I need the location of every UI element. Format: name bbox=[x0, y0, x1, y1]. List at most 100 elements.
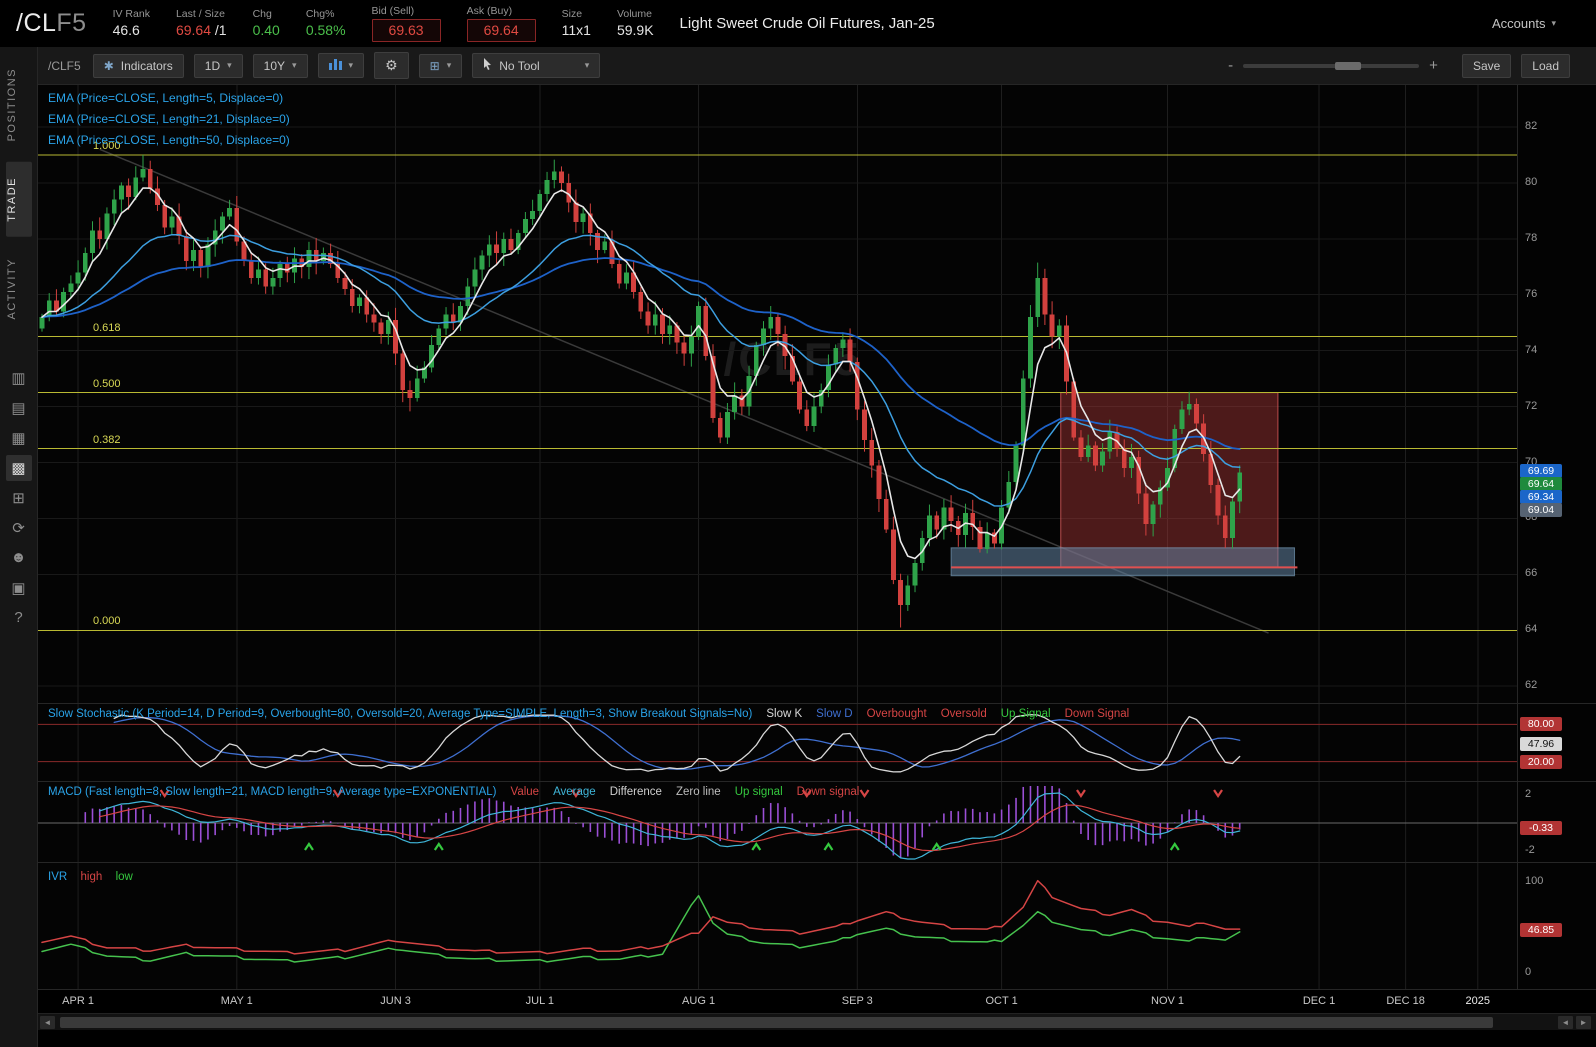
price-axis-tick: 80 bbox=[1525, 176, 1537, 188]
sidebar-tab-activity[interactable]: ACTIVITY bbox=[6, 243, 32, 335]
last-size-label: Last / Size bbox=[176, 8, 225, 20]
sidebar-monitor-icon[interactable]: ▥ bbox=[6, 365, 32, 391]
legend-item: Difference bbox=[610, 786, 662, 798]
iv-rank-field: IV Rank 46.6 bbox=[113, 8, 150, 38]
sidebar-history-icon[interactable]: ⟳ bbox=[6, 515, 32, 541]
sidebar-icon-rail: ▥ ▤ ▦ ▩ ⊞ ⟳ ☻ ▣? bbox=[6, 365, 32, 631]
stochastic-pane[interactable]: Slow Stochastic (K Period=14, D Period=9… bbox=[38, 703, 1596, 781]
bid-field: Bid (Sell) 69.63 bbox=[372, 5, 441, 41]
price-axis[interactable]: 828078767472706866646269.6969.6469.3469.… bbox=[1517, 85, 1596, 703]
price-bubble: 69.34 bbox=[1520, 490, 1562, 504]
chg-value: 0.40 bbox=[253, 22, 280, 38]
legend-item: Up signal bbox=[735, 786, 783, 798]
accounts-dropdown[interactable]: Accounts ▾ bbox=[1492, 16, 1556, 31]
volume-field: Volume 59.9K bbox=[617, 8, 654, 38]
ema-legend: EMA (Price=CLOSE, Length=5, Displace=0) … bbox=[48, 88, 290, 151]
ivr-low-label: low bbox=[116, 871, 133, 883]
sidebar-tab-trade[interactable]: TRADE bbox=[6, 162, 32, 237]
chg-label: Chg bbox=[253, 8, 272, 20]
macd-pane[interactable]: MACD (Fast length=8, Slow length=21, MAC… bbox=[38, 781, 1596, 862]
ivr-pane[interactable]: IVR high low 100046.85 bbox=[38, 862, 1596, 989]
chevron-down-icon: ▾ bbox=[292, 60, 297, 71]
stochastic-bubble: 80.00 bbox=[1520, 717, 1562, 731]
size-value: 11x1 bbox=[562, 22, 591, 38]
chg-field: Chg 0.40 bbox=[253, 8, 280, 38]
size-field: Size 11x1 bbox=[562, 8, 591, 38]
ask-buy-button[interactable]: 69.64 bbox=[467, 19, 536, 41]
toolbar-symbol: /CLF5 bbox=[48, 59, 81, 73]
chevron-down-icon: ▾ bbox=[227, 60, 232, 71]
zoom-slider[interactable] bbox=[1243, 64, 1419, 68]
bottom-filler bbox=[38, 1030, 1596, 1047]
sidebar-apps-icon[interactable]: ⊞ bbox=[6, 485, 32, 511]
bid-label: Bid (Sell) bbox=[372, 5, 415, 17]
iv-rank-value: 46.6 bbox=[113, 22, 140, 38]
time-axis-tick: OCT 1 bbox=[985, 995, 1017, 1007]
scrollbar-thumb[interactable] bbox=[60, 1017, 1493, 1028]
price-pane[interactable]: /CLF5 1.0000.6180.5000.3820.000 EMA (Pri… bbox=[38, 85, 1596, 703]
ivr-axis-tick: 0 bbox=[1525, 966, 1531, 978]
ask-field: Ask (Buy) 69.64 bbox=[467, 5, 536, 41]
stochastic-bubble: 47.96 bbox=[1520, 737, 1562, 751]
drawing-tool-dropdown[interactable]: No Tool ▾ bbox=[472, 53, 600, 78]
time-axis-tick: JUN 3 bbox=[380, 995, 411, 1007]
price-axis-tick: 66 bbox=[1525, 567, 1537, 579]
sidebar-list-icon[interactable]: ▤ bbox=[6, 395, 32, 421]
fib-level-label: 0.618 bbox=[93, 322, 121, 334]
grid-layout-dropdown[interactable]: ⊞ ▾ bbox=[419, 54, 463, 78]
stochastic-axis: 80.00 47.96 20.00 bbox=[1517, 704, 1596, 781]
time-axis-tick: JUL 1 bbox=[526, 995, 554, 1007]
chart-style-dropdown[interactable]: ▾ bbox=[318, 53, 365, 78]
legend-item: Down signal bbox=[797, 786, 860, 798]
timeframe-dropdown[interactable]: 1D ▾ bbox=[194, 54, 243, 78]
macd-axis-tick: -2 bbox=[1525, 844, 1535, 856]
legend-item: Up Signal bbox=[1001, 708, 1051, 720]
quote-header: /CLF5 IV Rank 46.6 Last / Size 69.64 /1 … bbox=[0, 0, 1596, 47]
chart-toolbar: /CLF5 ✱ Indicators 1D ▾ 10Y ▾ ▾ ⚙ bbox=[38, 47, 1596, 85]
chgpct-value: 0.58% bbox=[306, 22, 346, 38]
zoom-slider-thumb[interactable] bbox=[1335, 62, 1361, 70]
last-size-field: Last / Size 69.64 /1 bbox=[176, 8, 227, 38]
scroll-left-button[interactable]: ◄ bbox=[40, 1016, 55, 1029]
price-axis-tick: 62 bbox=[1525, 679, 1537, 691]
macd-bubble: -0.33 bbox=[1520, 821, 1562, 835]
sidebar-people-icon[interactable]: ☻ bbox=[6, 545, 32, 571]
chart-scrollbar[interactable]: ◄ ◄ ► bbox=[38, 1013, 1596, 1030]
sidebar-help-icon[interactable]: ? bbox=[6, 605, 32, 631]
stochastic-bubble: 20.00 bbox=[1520, 755, 1562, 769]
time-axis[interactable]: APR 1MAY 1JUN 3JUL 1AUG 1SEP 3OCT 1NOV 1… bbox=[38, 989, 1596, 1013]
scroll-left-step-button[interactable]: ◄ bbox=[1558, 1016, 1573, 1029]
indicators-button[interactable]: ✱ Indicators bbox=[93, 54, 184, 78]
price-axis-tick: 82 bbox=[1525, 120, 1537, 132]
chart-stack: /CLF5 1.0000.6180.5000.3820.000 EMA (Pri… bbox=[38, 85, 1596, 1047]
price-chart-svg[interactable] bbox=[38, 85, 1517, 703]
time-axis-tick: APR 1 bbox=[62, 995, 94, 1007]
range-dropdown[interactable]: 10Y ▾ bbox=[253, 54, 308, 78]
indicators-icon: ✱ bbox=[104, 59, 114, 73]
settings-button[interactable]: ⚙ bbox=[374, 52, 409, 79]
sidebar-chart-icon[interactable]: ▩ bbox=[6, 455, 32, 481]
legend-item: Average bbox=[553, 786, 596, 798]
zoom-out-button[interactable]: - bbox=[1228, 57, 1233, 74]
scroll-right-step-button[interactable]: ► bbox=[1576, 1016, 1591, 1029]
fib-level-label: 0.000 bbox=[93, 615, 121, 627]
grid-icon: ⊞ bbox=[430, 59, 440, 73]
chevron-down-icon: ▾ bbox=[447, 60, 452, 71]
time-axis-tick: SEP 3 bbox=[842, 995, 873, 1007]
cursor-icon bbox=[483, 58, 492, 73]
zoom-in-button[interactable]: + bbox=[1429, 57, 1438, 74]
sidebar-tab-positions[interactable]: POSITIONS bbox=[6, 53, 32, 156]
bid-sell-button[interactable]: 69.63 bbox=[372, 19, 441, 41]
sidebar-calendar-icon[interactable]: ▦ bbox=[6, 425, 32, 451]
save-button[interactable]: Save bbox=[1462, 54, 1511, 78]
time-axis-tick: DEC 1 bbox=[1303, 995, 1335, 1007]
sidebar-box-icon[interactable]: ▣ bbox=[6, 575, 32, 601]
legend-item: Slow K bbox=[766, 708, 802, 720]
legend-item: Value bbox=[511, 786, 540, 798]
chgpct-field: Chg% 0.58% bbox=[306, 8, 346, 38]
chart-workspace: /CLF5 ✱ Indicators 1D ▾ 10Y ▾ ▾ ⚙ bbox=[38, 47, 1596, 1047]
ivr-bubble: 46.85 bbox=[1520, 923, 1562, 937]
ivr-legend: IVR high low bbox=[48, 869, 133, 883]
ivr-svg[interactable] bbox=[38, 863, 1517, 989]
load-button[interactable]: Load bbox=[1521, 54, 1570, 78]
